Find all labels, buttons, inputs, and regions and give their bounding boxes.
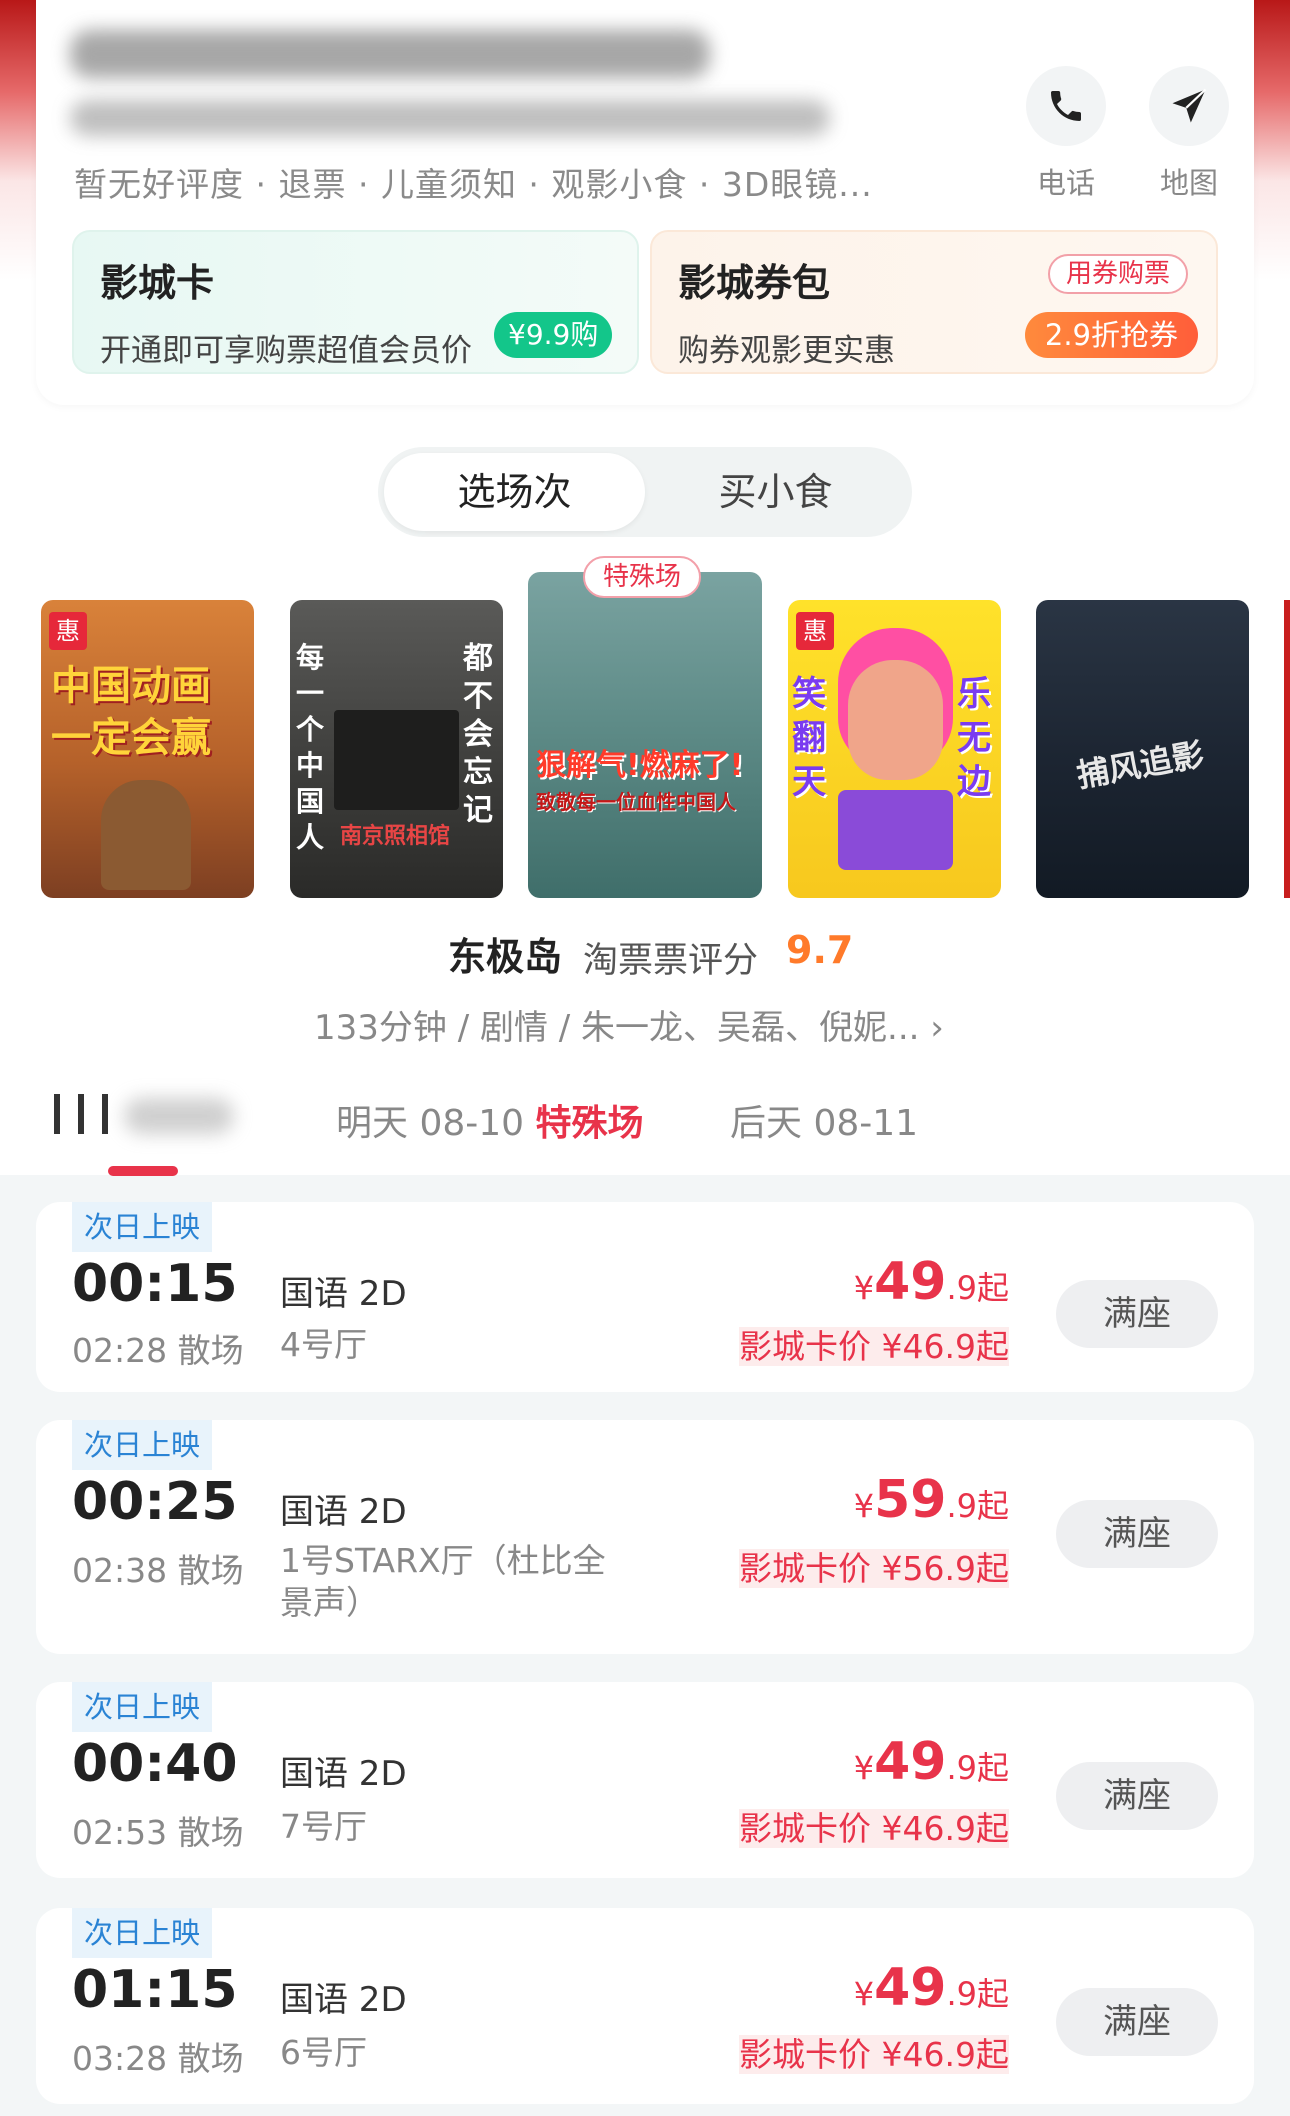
cinema-header-card: 暂无好评度 · 退票 · 儿童须知 · 观影小食 · 3D眼镜... 电话 地图… bbox=[36, 0, 1254, 405]
language-format: 国语 2D bbox=[280, 1754, 407, 1794]
ticket-price: ¥49.9起 bbox=[853, 1732, 1009, 1792]
poster-5-title: 捕风追影 bbox=[1074, 735, 1207, 795]
discount-badge: 惠 bbox=[796, 612, 834, 650]
tab-tomorrow-label: 明天 08-10 bbox=[336, 1103, 536, 1144]
poster-1-character bbox=[101, 780, 191, 890]
active-date-indicator bbox=[108, 1166, 178, 1176]
poster-3-title: 狠解气!燃麻了! bbox=[536, 748, 744, 783]
map-button[interactable]: 地图 bbox=[1134, 66, 1244, 202]
next-day-tag: 次日上映 bbox=[72, 1682, 213, 1732]
member-price: 影城卡价 ¥46.9起 bbox=[739, 1809, 1009, 1848]
hall-name: 6号厅 bbox=[280, 2033, 367, 2072]
poster-2-left-text: 每一个中国人 bbox=[296, 641, 325, 854]
movie-title: 东极岛 bbox=[448, 935, 563, 979]
phone-label: 电话 bbox=[1036, 166, 1095, 200]
next-day-tag: 次日上映 bbox=[72, 1420, 213, 1470]
blurred-cinema-address bbox=[70, 100, 830, 136]
segment-control: 选场次 买小食 bbox=[378, 447, 912, 537]
grab-coupon-button[interactable]: 2.9折抢券 bbox=[1024, 312, 1198, 358]
sold-out-button[interactable]: 满座 bbox=[1056, 1988, 1218, 2056]
showtime-card-1[interactable]: 次日上映 00:15 国语 2D 02:28 散场 4号厅 ¥49.9起 影城卡… bbox=[36, 1202, 1254, 1392]
movie-rating: 9.7 bbox=[786, 928, 854, 972]
ticket-price: ¥49.9起 bbox=[853, 1252, 1009, 1312]
poster-1-title: 中国动画一定会赢 bbox=[51, 663, 211, 761]
end-time: 03:28 散场 bbox=[72, 2039, 244, 2078]
discount-badge: 惠 bbox=[49, 612, 87, 650]
movie-poster-2[interactable]: 每一个中国人 都不会忘记 南京照相馆 bbox=[290, 600, 503, 898]
language-format: 国语 2D bbox=[280, 1274, 407, 1314]
language-format: 国语 2D bbox=[280, 1492, 407, 1532]
hall-name: 7号厅 bbox=[280, 1807, 367, 1846]
next-day-tag: 次日上映 bbox=[72, 1202, 213, 1252]
poster-3-subtitle: 致敬每一位血性中国人 bbox=[536, 790, 736, 814]
tab-tomorrow[interactable]: 明天 08-10 特殊场 bbox=[336, 1094, 644, 1146]
tab-dayafter[interactable]: 后天 08-11 bbox=[730, 1094, 918, 1146]
phone-button[interactable]: 电话 bbox=[1011, 66, 1121, 202]
next-day-tag: 次日上映 bbox=[72, 1908, 213, 1958]
poster-4-body bbox=[838, 790, 953, 870]
poster-4-left-text: 笑翻天 bbox=[792, 674, 826, 802]
cinema-card-promo[interactable]: 影城卡 开通即可享购票超值会员价 ¥9.9购 bbox=[72, 230, 639, 374]
movie-rating-label: 淘票票评分 bbox=[583, 941, 759, 981]
map-label: 地图 bbox=[1159, 166, 1218, 200]
special-screening-tag: 特殊场 bbox=[583, 556, 702, 598]
poster-4-face bbox=[848, 660, 943, 780]
showtime-card-2[interactable]: 次日上映 00:25 国语 2D 02:38 散场 1号STARX厅（杜比全景声… bbox=[36, 1420, 1254, 1654]
member-price: 影城卡价 ¥46.9起 bbox=[739, 2035, 1009, 2074]
movie-poster-1[interactable]: 惠 中国动画一定会赢 bbox=[41, 600, 254, 898]
end-time: 02:28 散场 bbox=[72, 1331, 244, 1370]
movie-poster-3[interactable]: 狠解气!燃麻了! 致敬每一位血性中国人 bbox=[528, 572, 762, 898]
member-price: 影城卡价 ¥46.9起 bbox=[739, 1327, 1009, 1366]
poster-2-figures bbox=[334, 710, 459, 810]
movie-poster-5[interactable]: 捕风追影 bbox=[1036, 600, 1249, 898]
hall-name: 1号STARX厅（杜比全景声） bbox=[280, 1541, 606, 1622]
tab-tomorrow-special: 特殊场 bbox=[535, 1103, 644, 1144]
sold-out-button[interactable]: 满座 bbox=[1056, 1280, 1218, 1348]
poster-2-subtitle: 南京照相馆 bbox=[340, 824, 451, 849]
member-price: 影城卡价 ¥56.9起 bbox=[739, 1549, 1009, 1588]
tab-showtimes[interactable]: 选场次 bbox=[384, 453, 645, 531]
poster-4-right-text: 乐无边 bbox=[957, 674, 991, 802]
cinema-card-title: 影城卡 bbox=[100, 261, 215, 305]
language-format: 国语 2D bbox=[280, 1980, 407, 2020]
showtime-card-3[interactable]: 次日上映 00:40 国语 2D 02:53 散场 7号厅 ¥49.9起 影城卡… bbox=[36, 1682, 1254, 1878]
movie-poster-6-edge[interactable] bbox=[1284, 600, 1290, 898]
end-time: 02:38 散场 bbox=[72, 1551, 244, 1590]
showtime-card-4[interactable]: 次日上映 01:15 国语 2D 03:28 散场 6号厅 ¥49.9起 影城卡… bbox=[36, 1908, 1254, 2104]
start-time: 01:15 bbox=[72, 1960, 238, 2020]
cinema-info-line[interactable]: 暂无好评度 · 退票 · 儿童须知 · 观影小食 · 3D眼镜... bbox=[74, 158, 873, 206]
cinema-card-price-badge[interactable]: ¥9.9购 bbox=[494, 312, 613, 358]
blurred-cinema-name bbox=[70, 30, 710, 78]
start-time: 00:25 bbox=[72, 1472, 238, 1532]
tab-today[interactable] bbox=[48, 1090, 248, 1140]
movie-poster-4[interactable]: 惠 笑翻天 乐无边 bbox=[788, 600, 1001, 898]
movie-meta[interactable]: 133分钟 / 剧情 / 朱一龙、吴磊、倪妮... › bbox=[314, 1000, 944, 1049]
ticket-price: ¥59.9起 bbox=[853, 1470, 1009, 1530]
start-time: 00:15 bbox=[72, 1254, 238, 1314]
ticket-price: ¥49.9起 bbox=[853, 1958, 1009, 2018]
poster-2-right-text: 都不会忘记 bbox=[463, 641, 493, 828]
tab-snacks[interactable]: 买小食 bbox=[645, 453, 906, 531]
start-time: 00:40 bbox=[72, 1734, 238, 1794]
sold-out-button[interactable]: 满座 bbox=[1056, 1762, 1218, 1830]
sold-out-button[interactable]: 满座 bbox=[1056, 1500, 1218, 1568]
navigation-icon bbox=[1172, 88, 1207, 123]
coupon-pack-promo[interactable]: 影城券包 购券观影更实惠 用券购票 2.9折抢券 bbox=[650, 230, 1218, 374]
end-time: 02:53 散场 bbox=[72, 1813, 244, 1852]
use-coupon-tag: 用券购票 bbox=[1047, 254, 1188, 294]
phone-icon bbox=[1051, 91, 1081, 121]
hall-name: 4号厅 bbox=[280, 1325, 367, 1364]
